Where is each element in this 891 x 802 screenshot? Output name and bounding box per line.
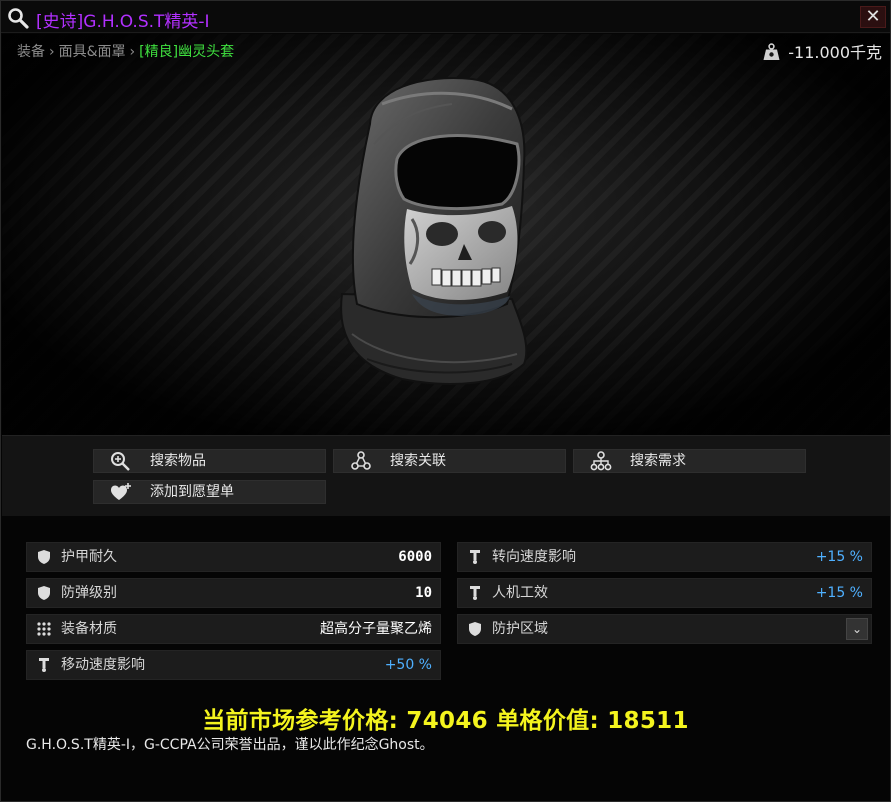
related-nodes-icon: [351, 451, 371, 470]
close-icon: ✕: [865, 6, 881, 27]
speed-penalty-icon: [470, 586, 480, 600]
title-bar[interactable]: [史诗]G.H.O.S.T精英-I ✕: [1, 1, 890, 33]
action-bar: 搜索物品 搜索关联 搜索需求 添加到愿望单: [2, 435, 890, 516]
stat-label: 护甲耐久: [61, 549, 117, 565]
search-related-button[interactable]: 搜索关联: [333, 449, 566, 473]
stat-value: 超高分子量聚乙烯: [320, 621, 432, 637]
breadcrumb: 装备 › 面具&面罩 › [精良]幽灵头套: [17, 41, 234, 61]
add-to-wishlist-label: 添加到愿望单: [150, 484, 234, 500]
item-weight: -11.000千克: [763, 39, 882, 63]
stat-material: 装备材质 超高分子量聚乙烯: [26, 614, 441, 644]
item-description: G.H.O.S.T精英-I，G-CCPA公司荣誉出品，谨以此作纪念Ghost。: [26, 737, 434, 753]
window-title: [史诗]G.H.O.S.T精英-I: [36, 7, 210, 32]
item-name: G.H.O.S.T精英-I: [83, 12, 210, 32]
close-button[interactable]: ✕: [860, 6, 886, 28]
stat-value: +50 %: [384, 657, 432, 673]
search-icon: [8, 8, 29, 29]
breadcrumb-item-masks[interactable]: 面具&面罩: [59, 44, 126, 60]
stat-label: 人机工效: [492, 585, 548, 601]
shield-icon: [469, 622, 481, 636]
rarity-tag: [史诗]: [36, 12, 84, 32]
add-to-wishlist-button[interactable]: 添加到愿望单: [93, 480, 326, 504]
chevron-down-icon: ⌄: [851, 622, 863, 636]
stat-label: 移动速度影响: [61, 657, 145, 673]
protection-zone-dropdown[interactable]: ⌄: [846, 618, 868, 640]
stat-value: +15 %: [815, 585, 863, 601]
stat-protection-zone: 防护区域 ⌄: [457, 614, 872, 644]
stat-armor-durability: 护甲耐久 6000: [26, 542, 441, 572]
breadcrumb-separator: ›: [129, 44, 136, 60]
stat-armor-class: 防弹级别 10: [26, 578, 441, 608]
search-required-label: 搜索需求: [630, 453, 686, 469]
weight-value: -11.000千克: [788, 43, 882, 62]
stat-value: +15 %: [815, 549, 863, 565]
required-tree-icon: [590, 451, 612, 471]
stat-label: 防弹级别: [61, 585, 117, 601]
market-price: 当前市场参考价格: 74046 单格价值: 18511: [202, 708, 689, 734]
stat-move-speed: 移动速度影响 +50 %: [26, 650, 441, 680]
balaclava-mask-image: [340, 77, 528, 385]
breadcrumb-separator: ›: [49, 44, 55, 60]
shield-icon: [38, 586, 50, 600]
weight-icon: [763, 43, 780, 60]
item-inspect-window: [史诗]G.H.O.S.T精英-I ✕ 装备 › 面具&面罩 › [精良]幽灵头套 -1…: [0, 0, 891, 802]
stat-value: 6000: [398, 549, 432, 565]
stat-label: 转向速度影响: [492, 549, 576, 565]
stat-ergonomics: 人机工效 +15 %: [457, 578, 872, 608]
breadcrumb-item-equipment[interactable]: 装备: [17, 44, 45, 60]
heart-plus-icon: [111, 483, 131, 500]
material-grid-icon: [37, 622, 51, 636]
stat-value: 10: [415, 585, 432, 601]
shield-icon: [38, 550, 50, 564]
item-preview: 装备 › 面具&面罩 › [精良]幽灵头套 -11.000千克: [2, 34, 890, 435]
stat-turn-speed: 转向速度影响 +15 %: [457, 542, 872, 572]
zoom-in-icon: [111, 452, 130, 471]
search-item-button[interactable]: 搜索物品: [93, 449, 326, 473]
stat-label: 装备材质: [61, 621, 117, 637]
speed-penalty-icon: [39, 658, 49, 672]
search-related-label: 搜索关联: [390, 453, 446, 469]
search-item-label: 搜索物品: [150, 453, 206, 469]
speed-penalty-icon: [470, 550, 480, 564]
search-required-button[interactable]: 搜索需求: [573, 449, 806, 473]
stat-label: 防护区域: [492, 621, 548, 637]
breadcrumb-item-current: [精良]幽灵头套: [139, 44, 235, 60]
